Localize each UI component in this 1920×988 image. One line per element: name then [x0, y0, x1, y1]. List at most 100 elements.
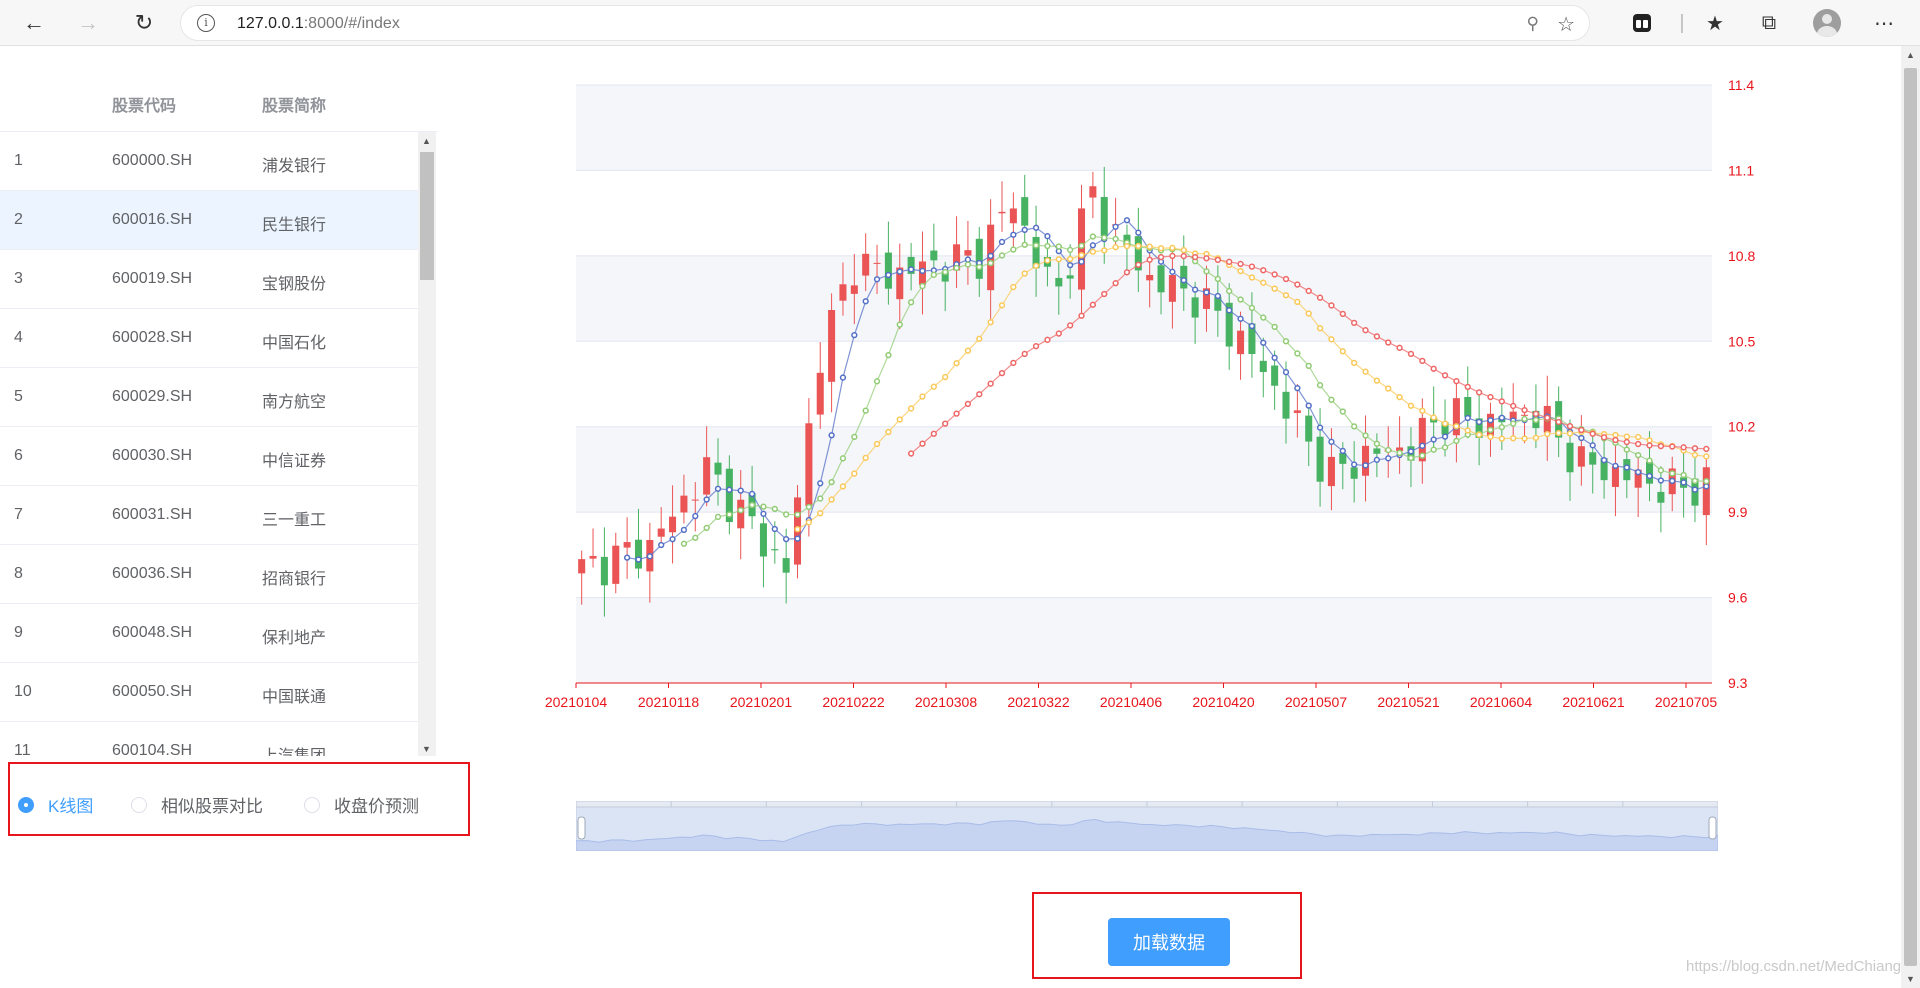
data-zoom-slider[interactable] [576, 801, 1718, 851]
scroll-thumb[interactable] [420, 152, 434, 280]
ma-point [1316, 382, 1324, 389]
browser-toolbar: ← → ↻ i 127.0.0.1:8000/#/index ⚲ ☆ | ★ ⧉… [0, 0, 1920, 46]
extension-icon[interactable] [1628, 9, 1656, 37]
radio-kline[interactable]: K线图 [18, 792, 93, 817]
ma-point [1589, 430, 1596, 437]
ma-point [1316, 424, 1324, 431]
scroll-down-icon[interactable]: ▼ [1906, 974, 1915, 984]
ma-point [1157, 245, 1165, 252]
ma-point [953, 360, 960, 367]
x-tick-label: 20210420 [1192, 694, 1255, 710]
ma-point [1373, 456, 1381, 463]
zoom-handle-right [1708, 816, 1717, 840]
ma-point [1089, 301, 1097, 308]
table-scrollbar[interactable]: ▲ ▼ [418, 132, 436, 756]
ma-point [1101, 247, 1108, 254]
candle-body [1157, 265, 1165, 293]
candle-body [1373, 448, 1381, 454]
candle-body [1077, 208, 1086, 290]
forward-arrow-icon[interactable]: → [72, 7, 104, 39]
ma-point [1135, 242, 1142, 250]
candle-body [1259, 360, 1267, 372]
ma-point [1441, 420, 1449, 427]
ma-point [692, 512, 699, 520]
ma-point [1282, 338, 1290, 345]
ma-point [783, 535, 790, 543]
table-row[interactable]: 4 600028.SH 中国石化 [0, 309, 418, 368]
collections-icon[interactable]: ⧉ [1755, 9, 1783, 37]
reload-icon[interactable]: ↻ [128, 7, 160, 39]
candle-body [1146, 274, 1154, 281]
favorite-add-icon[interactable]: ☆ [1557, 12, 1575, 37]
chart-mode-radio-group: K线图 相似股票对比 收盘价预测 [8, 762, 470, 836]
table-row[interactable]: 11 600104.SH 上汽集团 [0, 722, 418, 756]
x-tick-label: 20210222 [822, 694, 885, 710]
ma-point [851, 332, 858, 339]
ma-point [1691, 486, 1699, 493]
load-data-button[interactable]: 加载数据 [1108, 918, 1230, 966]
ma-point [1180, 246, 1187, 254]
table-row[interactable]: 5 600029.SH 南方航空 [0, 368, 418, 427]
candle-body [623, 542, 631, 548]
back-arrow-icon[interactable]: ← [18, 7, 50, 39]
radio-predict-label: 收盘价预测 [334, 797, 419, 816]
table-row[interactable]: 3 600019.SH 宝钢股份 [0, 250, 418, 309]
ma-point [1600, 434, 1608, 441]
address-bar[interactable]: i 127.0.0.1:8000/#/index ⚲ ☆ [180, 5, 1590, 41]
ma-point [998, 252, 1006, 259]
ma-point [1146, 243, 1153, 250]
ma-point [1044, 336, 1051, 343]
ma-point [1521, 406, 1528, 414]
candle-body [1589, 452, 1597, 465]
more-icon[interactable]: ⋯ [1870, 9, 1898, 37]
table-row[interactable]: 2 600016.SH 民生银行 [0, 191, 418, 250]
radio-similar[interactable]: 相似股票对比 [131, 792, 263, 817]
header-stock-name[interactable]: 股票简称 [262, 92, 326, 116]
ma-point [1396, 393, 1403, 401]
table-row[interactable]: 8 600036.SH 招商银行 [0, 545, 418, 604]
ma-point [1328, 336, 1335, 343]
scroll-down-icon[interactable]: ▼ [422, 744, 431, 754]
table-row[interactable]: 10 600050.SH 中国联通 [0, 663, 418, 722]
ma-point [680, 526, 688, 534]
page-scroll-thumb[interactable] [1904, 68, 1917, 966]
table-row[interactable]: 7 600031.SH 三一重工 [0, 486, 418, 545]
stock-name: 南方航空 [262, 394, 327, 411]
ma-point [1237, 296, 1244, 303]
stock-name: 中信证券 [262, 453, 327, 470]
page-scrollbar[interactable]: ▲ ▼ [1901, 46, 1920, 988]
candle-body [873, 262, 881, 264]
info-icon[interactable]: i [197, 14, 215, 32]
ma-point [1282, 275, 1290, 283]
candle-body [669, 516, 677, 533]
y-tick-label: 9.6 [1728, 590, 1748, 606]
stock-code: 600030.SH [112, 447, 193, 464]
candle-body [1009, 208, 1017, 224]
ma-point [1078, 251, 1085, 259]
ma-point [726, 511, 733, 518]
url-text[interactable]: 127.0.0.1:8000/#/index [237, 15, 400, 33]
ma-point [942, 420, 949, 427]
ma-point [1555, 418, 1562, 426]
table-row[interactable]: 6 600030.SH 中信证券 [0, 427, 418, 486]
table-row[interactable]: 9 600048.SH 保利地产 [0, 604, 418, 663]
ma-point [1032, 224, 1040, 231]
zoom-handle-left [577, 816, 586, 840]
table-body[interactable]: 1 600000.SH 浦发银行 2 600016.SH 民生银行 3 600019.SH 宝钢… [0, 132, 420, 756]
scroll-up-icon[interactable]: ▲ [1906, 50, 1915, 60]
candle-body [805, 423, 813, 506]
radio-predict[interactable]: 收盘价预测 [304, 792, 419, 817]
ma-point [1339, 447, 1346, 455]
ma-point [1680, 479, 1687, 486]
ma-point [964, 400, 972, 408]
table-row[interactable]: 1 600000.SH 浦发银行 [0, 132, 418, 191]
profile-icon[interactable] [1813, 9, 1841, 37]
favorites-icon[interactable]: ★ [1701, 9, 1729, 37]
candle-body [1657, 491, 1665, 503]
key-icon[interactable]: ⚲ [1527, 14, 1539, 34]
ma-point [1260, 279, 1267, 286]
kline-chart[interactable]: 9.3 9.6 9.9 10.2 10.5 10.8 11.1 11.4 20210104 202… [536, 60, 1766, 720]
ma-point [1385, 446, 1392, 454]
scroll-up-icon[interactable]: ▲ [422, 136, 431, 146]
header-stock-code[interactable]: 股票代码 [112, 92, 176, 116]
